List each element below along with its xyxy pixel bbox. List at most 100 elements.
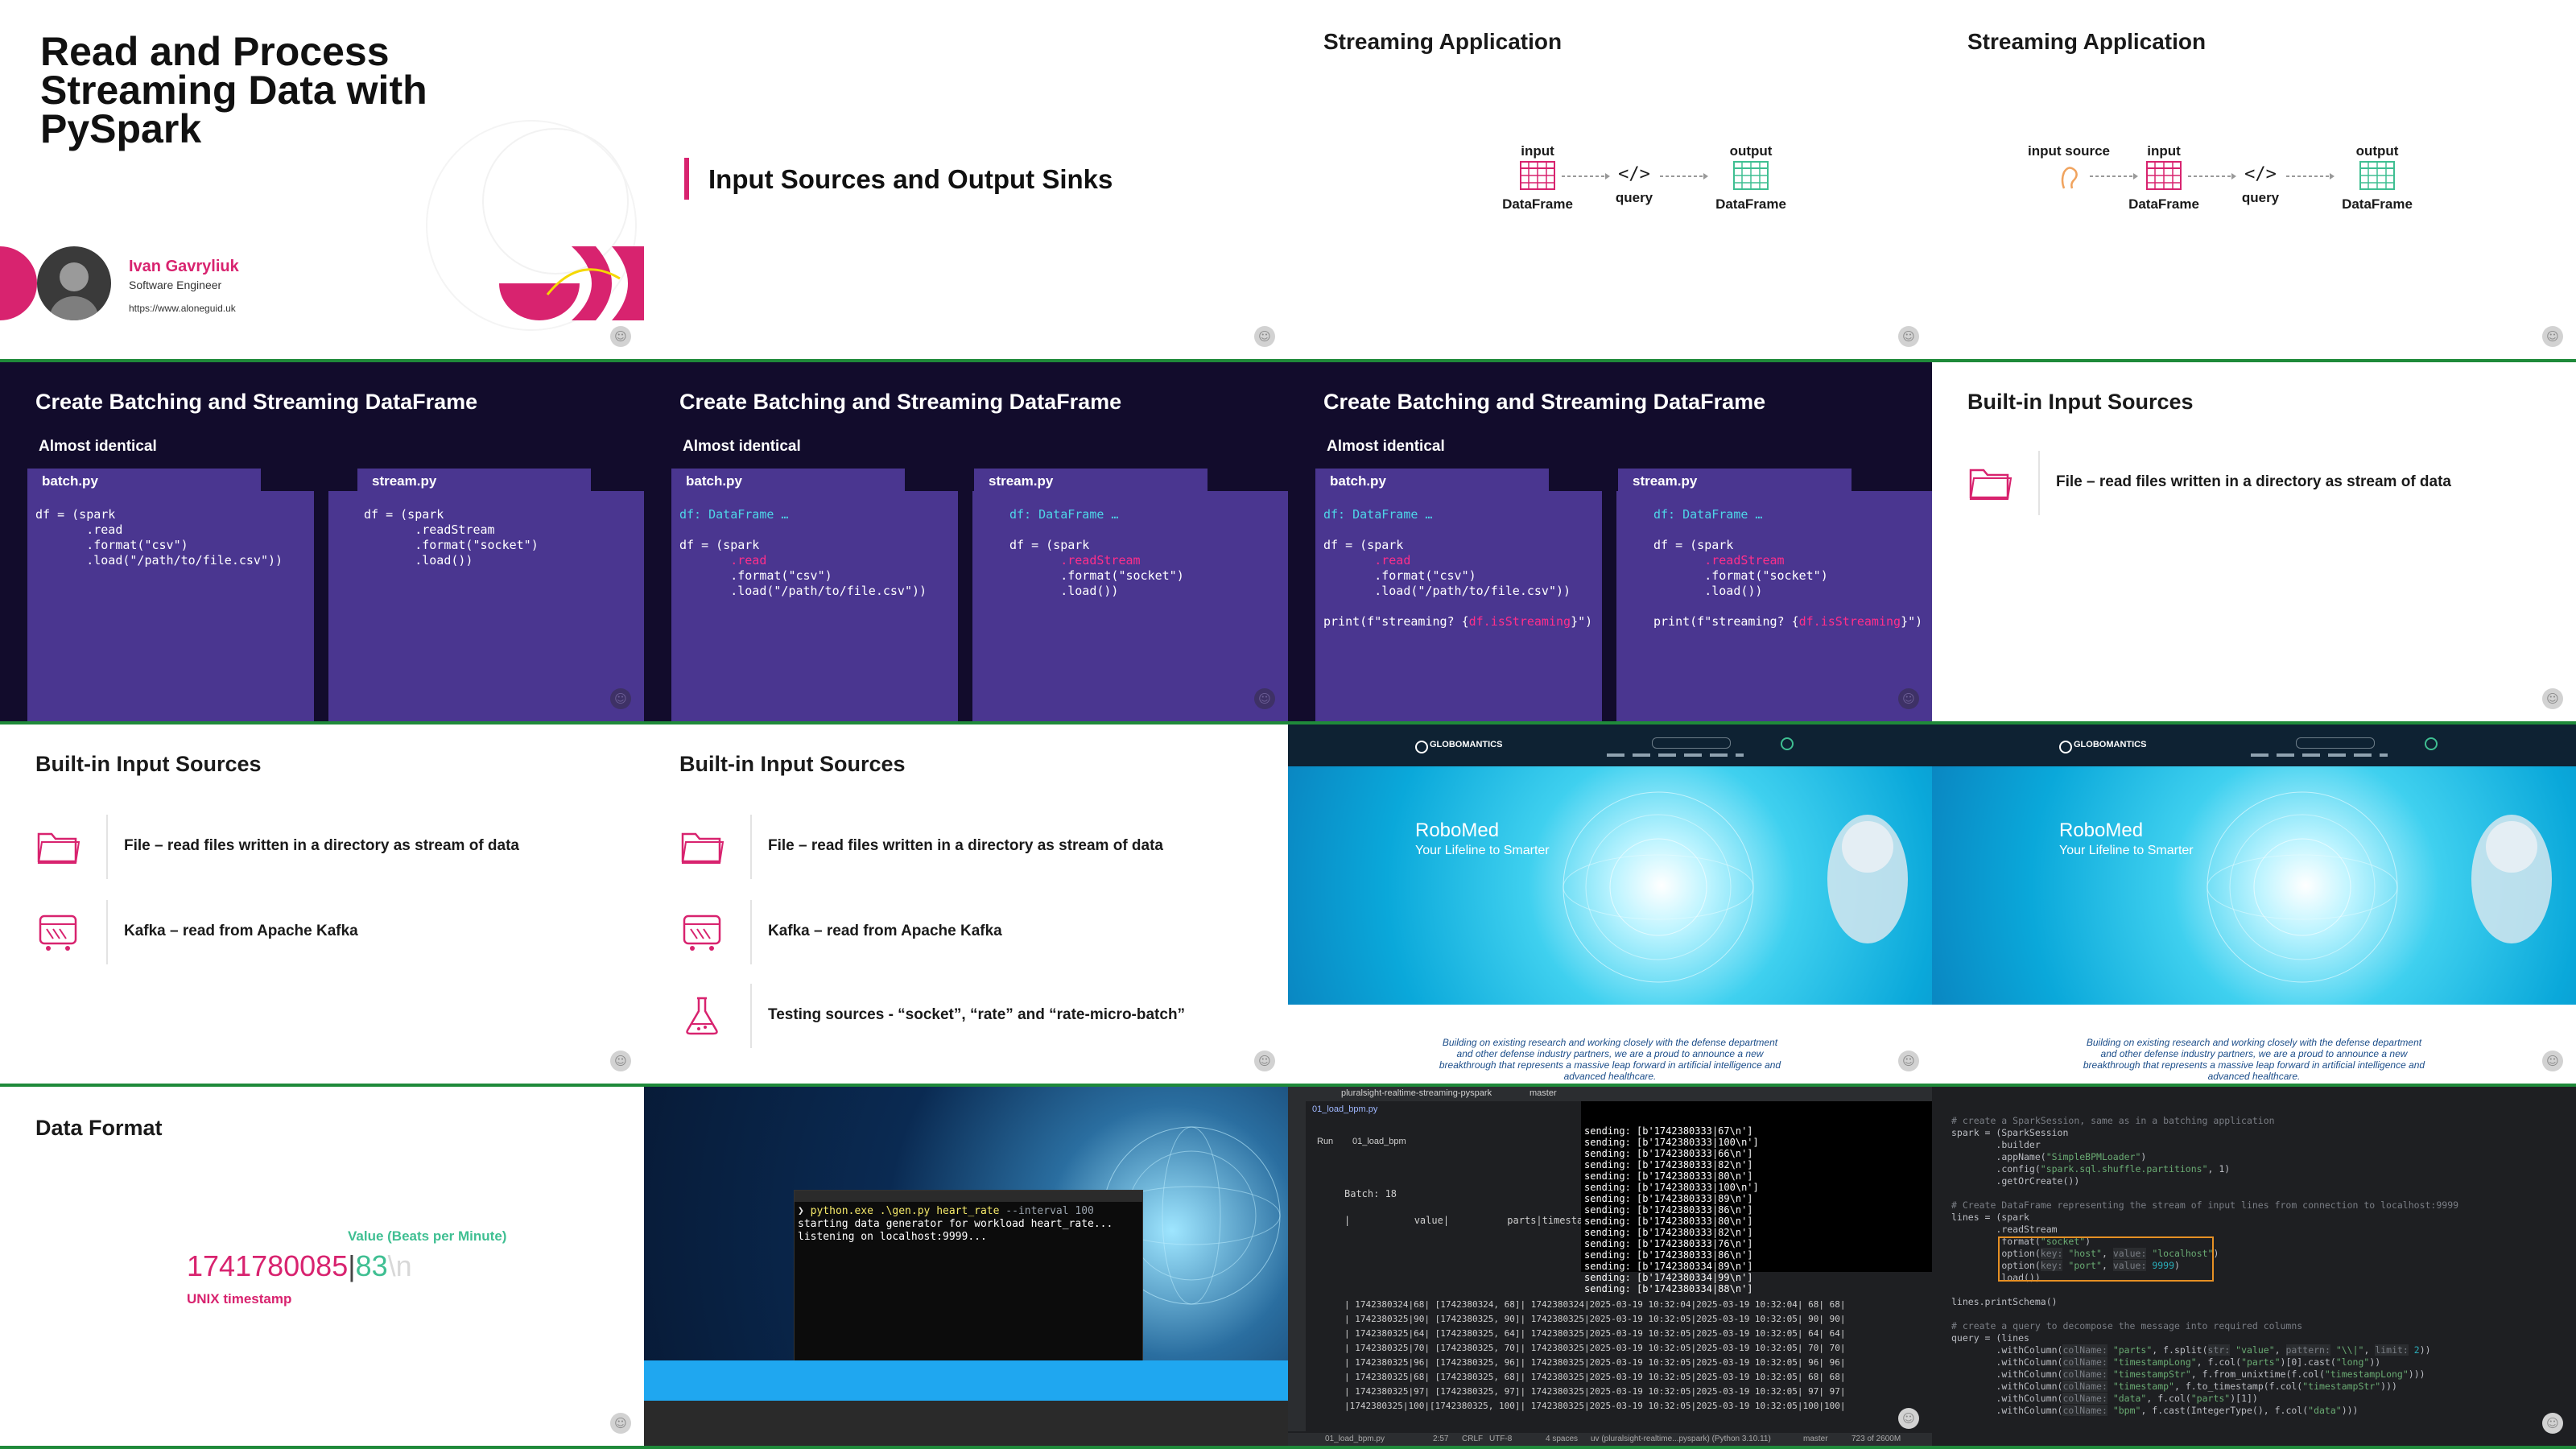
row-separator — [0, 721, 2576, 724]
tile-input-sources-3[interactable]: Built-in Input Sources File – read files… — [644, 724, 1288, 1084]
ide-branch[interactable]: master — [1530, 1088, 1557, 1098]
file-tab-stream[interactable]: stream.py — [357, 469, 591, 493]
tile-batch-stream-3[interactable]: Create Batching and Streaming DataFrame … — [1288, 362, 1932, 722]
slide-subtitle: Almost identical — [1327, 438, 1445, 455]
code-batch: df = (spark .read .format("csv") .load("… — [35, 507, 283, 568]
tile-input-sources-2[interactable]: Built-in Input Sources File – read files… — [0, 724, 644, 1084]
output-label: output — [1729, 143, 1773, 159]
data-format-sample: 1741780085|83\n — [187, 1249, 412, 1283]
row-divider — [750, 900, 752, 964]
file-tab-batch[interactable]: batch.py — [27, 469, 261, 493]
tile-terminal[interactable]: ❯ python.exe .\gen.py heart_rate --inter… — [644, 1087, 1288, 1447]
tile-website-1[interactable]: GLOBOMANTICS RoboMed Your Lifeline to Sm… — [1288, 724, 1932, 1084]
ide-run-label[interactable]: Run — [1317, 1137, 1333, 1146]
dashed-arrow-1 — [1562, 173, 1610, 180]
code-highlight-box — [1998, 1236, 2214, 1282]
site-search-input[interactable] — [1652, 737, 1731, 749]
tile-ide[interactable]: pluralsight-realtime-streaming-pyspark m… — [1288, 1087, 1932, 1447]
watermark-icon: ☺ — [610, 1413, 631, 1434]
watermark-icon: ☺ — [610, 688, 631, 709]
user-icon[interactable] — [1781, 737, 1794, 750]
flask-icon — [686, 997, 718, 1035]
table-grid-icon-green — [1733, 161, 1769, 190]
ide-run-tab[interactable]: 01_load_bpm — [1352, 1137, 1406, 1146]
site-logo-icon — [2059, 741, 2072, 753]
output-caption: DataFrame — [1715, 196, 1786, 212]
file-tab-batch[interactable]: batch.py — [1315, 469, 1549, 493]
tile-section[interactable]: Input Sources and Output Sinks ☺ — [644, 0, 1288, 360]
file-tab-stream[interactable]: stream.py — [974, 469, 1208, 493]
tile-input-sources-1[interactable]: Built-in Input Sources File – read files… — [1932, 362, 2576, 722]
dashed-arrow-0 — [2090, 173, 2138, 180]
folder-icon — [1969, 469, 2013, 500]
tile-website-2[interactable]: GLOBOMANTICS RoboMed Your Lifeline to Sm… — [1932, 724, 2576, 1084]
sample-separator: | — [348, 1249, 356, 1282]
ear-icon — [2061, 167, 2078, 189]
code-batch: df: DataFrame … df = (spark .read .forma… — [679, 507, 927, 598]
ide-editor-tab[interactable]: 01_load_bpm.py — [1312, 1104, 1377, 1114]
site-search-input[interactable] — [2296, 737, 2375, 749]
timestamp-label: UNIX timestamp — [187, 1291, 292, 1307]
slide-thumbnail-grid: Read and Process Streaming Data with PyS… — [0, 0, 2576, 1449]
tile-streaming-app-1[interactable]: Streaming Application input DataFrame </… — [1288, 0, 1932, 360]
status-interpreter[interactable]: uv (pluralsight-realtime...pyspark) (Pyt… — [1591, 1435, 1771, 1443]
sample-newline: \n — [387, 1249, 412, 1282]
terminal-output: ❯ python.exe .\gen.py heart_rate --inter… — [798, 1205, 1113, 1243]
site-nav-links[interactable] — [2251, 753, 2388, 757]
table-grid-icon-green — [2359, 161, 2395, 190]
site-body-text: Building on existing research and workin… — [1439, 1037, 1781, 1082]
watermark-icon: ☺ — [2542, 688, 2563, 709]
status-branch[interactable]: master — [1803, 1435, 1828, 1443]
generator-terminal[interactable]: sending: [b'1742380333|67\n'] sending: [b… — [1581, 1101, 1932, 1294]
site-navbar: GLOBOMANTICS — [1932, 724, 2576, 766]
tile-data-format[interactable]: Data Format Value (Beats per Minute) 174… — [0, 1087, 644, 1447]
source-label-file: File – read files written in a directory… — [768, 837, 1164, 854]
watermark-icon: ☺ — [1254, 1051, 1275, 1071]
query-label: query — [2241, 190, 2280, 205]
status-line-ending[interactable]: CRLF — [1462, 1435, 1483, 1443]
status-position[interactable]: 2:57 — [1433, 1435, 1448, 1443]
dashed-arrow-1 — [2188, 173, 2236, 180]
row-divider — [750, 815, 752, 879]
tile-batch-stream-1[interactable]: Create Batching and Streaming DataFrame … — [0, 362, 644, 722]
tile-batch-stream-2[interactable]: Create Batching and Streaming DataFrame … — [644, 362, 1288, 722]
output-label: output — [2355, 143, 2399, 159]
taskbar-bottom — [644, 1401, 1288, 1447]
ide-statusbar: 01_load_bpm.py 2:57 CRLF UTF-8 4 spaces … — [1288, 1433, 1932, 1447]
query-label: query — [1615, 190, 1653, 205]
ide-project-name[interactable]: pluralsight-realtime-streaming-pyspark — [1341, 1088, 1492, 1098]
intro-title: Read and Process Streaming Data with PyS… — [40, 29, 427, 151]
status-file[interactable]: 01_load_bpm.py — [1325, 1435, 1385, 1443]
terminal-window[interactable]: ❯ python.exe .\gen.py heart_rate --inter… — [794, 1190, 1143, 1364]
row-divider — [750, 984, 752, 1048]
input-label: input — [1521, 143, 1554, 159]
status-memory[interactable]: 723 of 2600M — [1852, 1435, 1901, 1443]
slide-title: Streaming Application — [1323, 29, 1563, 54]
kafka-icon — [683, 914, 721, 951]
kafka-icon — [39, 914, 77, 951]
tile-code-editor[interactable]: # create a SparkSession, same as in a ba… — [1932, 1087, 2576, 1447]
watermark-icon: ☺ — [1898, 1051, 1919, 1071]
site-nav-links[interactable] — [1607, 753, 1744, 757]
tile-streaming-app-2[interactable]: Streaming Application input source input… — [1932, 0, 2576, 360]
pink-semicircle-decoration — [0, 246, 37, 320]
status-encoding[interactable]: UTF-8 — [1489, 1435, 1512, 1443]
file-tab-stream[interactable]: stream.py — [1618, 469, 1852, 493]
tile-intro[interactable]: Read and Process Streaming Data with PyS… — [0, 0, 644, 360]
author-url[interactable]: https://www.aloneguid.uk — [129, 303, 236, 314]
user-icon[interactable] — [2425, 737, 2438, 750]
terminal-titlebar[interactable] — [795, 1191, 1142, 1202]
watermark-icon: ☺ — [610, 326, 631, 347]
brand-logo-shape — [499, 246, 644, 320]
status-indent[interactable]: 4 spaces — [1546, 1435, 1578, 1443]
site-brand[interactable]: GLOBOMANTICS — [2074, 740, 2146, 749]
folder-icon — [681, 832, 724, 864]
source-label-file: File – read files written in a directory… — [124, 837, 520, 854]
file-tab-batch[interactable]: batch.py — [671, 469, 905, 493]
hero-title: RoboMed — [1415, 819, 1500, 841]
site-brand[interactable]: GLOBOMANTICS — [1430, 740, 1502, 749]
site-hero-image: RoboMed Your Lifeline to Smarter — [1288, 766, 1932, 1005]
slide-subtitle: Almost identical — [39, 438, 157, 455]
value-label: Value (Beats per Minute) — [348, 1228, 507, 1244]
hero-tagline: Your Lifeline to Smarter — [2059, 844, 2194, 857]
